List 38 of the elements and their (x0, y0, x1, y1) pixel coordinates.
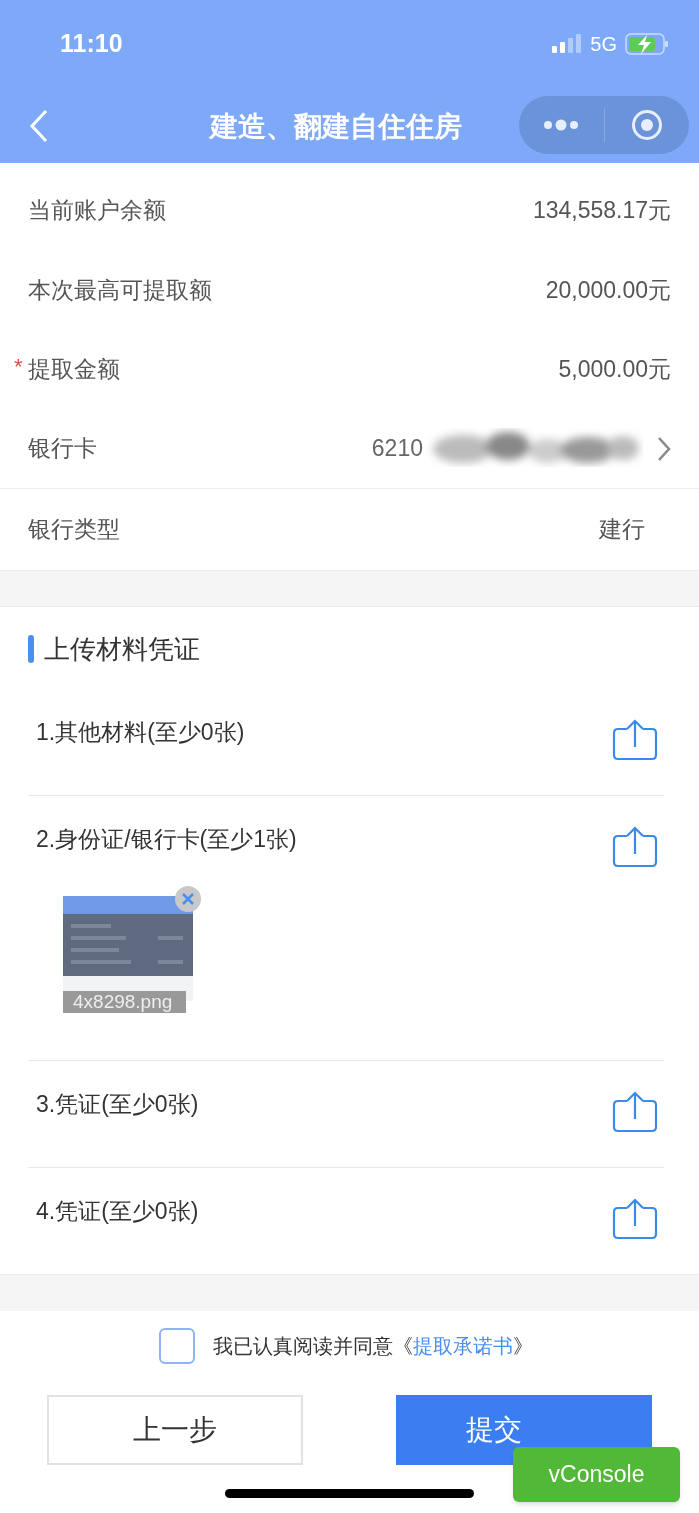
upload-icon[interactable] (612, 1198, 658, 1240)
back-button[interactable]: 上一步 (47, 1395, 303, 1465)
back-icon[interactable] (28, 108, 50, 143)
file-name: 4x8298.png (63, 991, 186, 1013)
close-target-icon[interactable] (630, 109, 663, 141)
agreement-text: 我已认真阅读并同意《提取承诺书》 (212, 1334, 533, 1359)
more-icon[interactable] (543, 119, 580, 131)
network-label: 5G (590, 32, 617, 57)
field-value: 5,000.00元 (558, 355, 671, 385)
close-icon (181, 892, 195, 906)
field-value: 134,558.17元 (532, 195, 671, 225)
field-label: 当前账户余额 (28, 196, 166, 223)
upload-item-label: 1.其他材料(至少0张) (36, 718, 245, 747)
upload-icon[interactable] (612, 719, 658, 761)
battery-charging-icon (625, 33, 669, 55)
field-value: 20,000.00元 (545, 276, 671, 306)
signal-icon (552, 34, 583, 54)
field-value: 建行 (599, 515, 645, 545)
field-label: 银行卡 (28, 435, 97, 462)
page-title: 建造、翻建自住住房 (210, 110, 462, 144)
upload-item-label: 4.凭证(至少0张) (36, 1197, 199, 1226)
field-label: 本次最高可提取额 (28, 277, 212, 304)
vconsole-floating-menu[interactable]: vConsole (513, 1447, 680, 1502)
status-time: 11:10 (60, 28, 123, 60)
agree-checkbox[interactable] (158, 1328, 195, 1364)
section-accent-bar (28, 635, 34, 663)
upload-icon[interactable] (612, 1091, 658, 1133)
upload-item-label: 2.身份证/银行卡(至少1张) (36, 825, 297, 854)
field-label: 银行类型 (28, 516, 120, 543)
chevron-right-icon[interactable] (657, 435, 671, 462)
required-mark: * (14, 353, 23, 382)
commitment-link[interactable]: 提取承诺书 (412, 1335, 513, 1357)
section-title: 上传材料凭证 (44, 632, 200, 666)
remove-button[interactable] (175, 886, 201, 912)
upload-item-label: 3.凭证(至少0张) (36, 1090, 199, 1119)
field-label: 提取金额 (28, 356, 120, 383)
upload-icon[interactable] (612, 826, 658, 868)
bank-card-number[interactable]: 6210 (371, 431, 423, 466)
